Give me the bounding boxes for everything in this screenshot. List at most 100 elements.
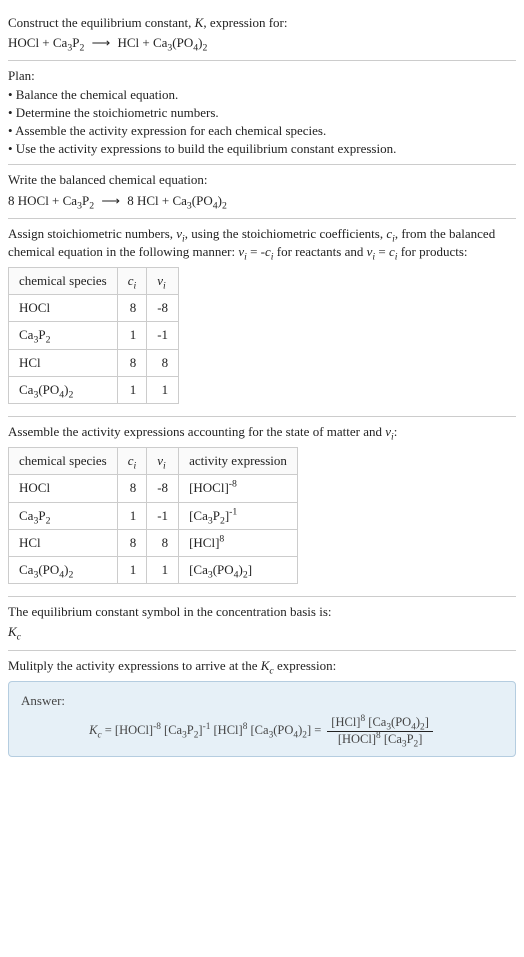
- title-suffix: , expression for:: [203, 15, 287, 30]
- stoich-t1: Assign stoichiometric numbers,: [8, 226, 176, 241]
- plan-heading: Plan:: [8, 67, 516, 85]
- stoich-products: for products:: [397, 244, 467, 259]
- activity-h2: :: [394, 424, 398, 439]
- answer-box: Answer: Kc = [HOCl]-8 [Ca3P2]-1 [HCl]8 […: [8, 681, 516, 758]
- ci-cell: 1: [117, 556, 147, 583]
- problem-statement: Construct the equilibrium constant, K, e…: [8, 8, 516, 60]
- species-text: Ca: [19, 382, 33, 397]
- kc-equation: Kc = [HOCl]-8 [Ca3P2]-1 [HCl]8 [Ca3(PO4)…: [21, 716, 503, 747]
- species-cell: Ca3(PO4)2: [9, 376, 118, 403]
- vi-cell: 1: [147, 556, 179, 583]
- stoich-text: Assign stoichiometric numbers, νi, using…: [8, 225, 516, 261]
- species-cell: HOCl: [9, 475, 118, 502]
- table-row: Ca3(PO4)2 1 1: [9, 376, 179, 403]
- ci-cell: 8: [117, 349, 147, 376]
- balanced-equation: 8 HOCl + Ca3P2 ⟶ 8 HCl + Ca3(PO4)2: [8, 192, 516, 210]
- kc-denominator: [HOCl]8 [Ca3P2]: [327, 732, 433, 747]
- activity-cell: [Ca3(PO4)2]: [179, 556, 298, 583]
- table-header-row: chemical species ci νi: [9, 268, 179, 295]
- kc-numerator: [HCl]8 [Ca3(PO4)2]: [327, 716, 433, 732]
- ci-cell: 1: [117, 376, 147, 403]
- table-row: Ca3P2 1 -1 [Ca3P2]-1: [9, 502, 298, 529]
- species-cell: HOCl: [9, 295, 118, 322]
- species-text: HCl: [19, 355, 41, 370]
- table-row: Ca3(PO4)2 1 1 [Ca3(PO4)2]: [9, 556, 298, 583]
- beq-4: (PO: [192, 193, 213, 208]
- plan-bullet-4: • Use the activity expressions to build …: [8, 140, 516, 158]
- kc-symbol-line: Kc: [8, 623, 516, 641]
- beq-1: 8 HOCl + Ca: [8, 193, 77, 208]
- sub-i: i: [163, 281, 166, 292]
- multiply-text: Mulitply the activity expressions to arr…: [8, 657, 516, 675]
- activity-h1: Assemble the activity expressions accoun…: [8, 424, 385, 439]
- eq-lhs-1: HOCl + Ca: [8, 35, 67, 50]
- unbalanced-equation: HOCl + Ca3P2 ⟶ HCl + Ca3(PO4)2: [8, 34, 516, 52]
- species-text: HOCl: [19, 300, 50, 315]
- beq-3: 8 HCl + Ca: [127, 193, 187, 208]
- k-symbol: K: [8, 624, 17, 639]
- table-row: HOCl 8 -8 [HOCl]-8: [9, 475, 298, 502]
- sub-2: 2: [202, 43, 207, 54]
- vi-cell: 8: [147, 529, 179, 556]
- sub-2: 2: [79, 43, 84, 54]
- sub-i: i: [134, 281, 137, 292]
- activity-cell: [HCl]8: [179, 529, 298, 556]
- table-header-row: chemical species ci νi activity expressi…: [9, 448, 298, 475]
- eq-rhs-1: HCl + Ca: [117, 35, 167, 50]
- stoich-t2: , using the stoichiometric coefficients,: [185, 226, 387, 241]
- balanced-heading: Write the balanced chemical equation:: [8, 171, 516, 189]
- table-row: HCl 8 8: [9, 349, 179, 376]
- activity-cell: [Ca3P2]-1: [179, 502, 298, 529]
- stoich-table: chemical species ci νi HOCl 8 -8 Ca3P2 1…: [8, 267, 179, 404]
- col-ci: ci: [117, 268, 147, 295]
- species-cell: HCl: [9, 349, 118, 376]
- stoich-reactants: for reactants and: [274, 244, 367, 259]
- kc-lhs: Kc = [HOCl]-8 [Ca3P2]-1 [HCl]8 [Ca3(PO4)…: [89, 722, 321, 740]
- problem-title: Construct the equilibrium constant, K, e…: [8, 14, 516, 32]
- arrow-icon: ⟶: [97, 193, 124, 208]
- vi-cell: -1: [147, 502, 179, 529]
- ci-cell: 1: [117, 322, 147, 349]
- ci-cell: 1: [117, 502, 147, 529]
- plan-bullet-3: • Assemble the activity expression for e…: [8, 122, 516, 140]
- arrow-icon: ⟶: [88, 35, 115, 50]
- kc-fraction: [HCl]8 [Ca3(PO4)2] [HOCl]8 [Ca3P2]: [325, 716, 435, 747]
- col-species: chemical species: [9, 268, 118, 295]
- col-activity: activity expression: [179, 448, 298, 475]
- multiply-section: Mulitply the activity expressions to arr…: [8, 651, 516, 766]
- table-row: Ca3P2 1 -1: [9, 322, 179, 349]
- balanced-section: Write the balanced chemical equation: 8 …: [8, 165, 516, 217]
- vi-cell: 1: [147, 376, 179, 403]
- stoich-rel1b: = -: [247, 244, 265, 259]
- stoich-section: Assign stoichiometric numbers, νi, using…: [8, 219, 516, 416]
- ci-cell: 8: [117, 295, 147, 322]
- species-text: Ca: [19, 327, 33, 342]
- col-species: chemical species: [9, 448, 118, 475]
- activity-section: Assemble the activity expressions accoun…: [8, 417, 516, 596]
- vi-cell: -8: [147, 475, 179, 502]
- sub: 2: [69, 389, 74, 400]
- vi-cell: -8: [147, 295, 179, 322]
- multiply-t1: Mulitply the activity expressions to arr…: [8, 658, 261, 673]
- multiply-t2: expression:: [274, 658, 336, 673]
- ci-cell: 8: [117, 529, 147, 556]
- eq-rhs-2: (PO: [172, 35, 193, 50]
- answer-label: Answer:: [21, 692, 503, 710]
- col-ci: ci: [117, 448, 147, 475]
- table-row: HCl 8 8 [HCl]8: [9, 529, 298, 556]
- species-cell: Ca3(PO4)2: [9, 556, 118, 583]
- sub-i: i: [163, 461, 166, 472]
- title-prefix: Construct the equilibrium constant,: [8, 15, 195, 30]
- kc-basis-section: The equilibrium constant symbol in the c…: [8, 597, 516, 649]
- stoich-rel2b: =: [375, 244, 389, 259]
- sub-2: 2: [222, 200, 227, 211]
- sub-2: 2: [89, 200, 94, 211]
- species-cell: Ca3P2: [9, 322, 118, 349]
- species-cell: HCl: [9, 529, 118, 556]
- species-text: (PO: [38, 382, 59, 397]
- plan-section: Plan: • Balance the chemical equation. •…: [8, 61, 516, 164]
- plan-bullet-2: • Determine the stoichiometric numbers.: [8, 104, 516, 122]
- kc-basis-text: The equilibrium constant symbol in the c…: [8, 603, 516, 621]
- species-text: P: [38, 327, 45, 342]
- sub-c: c: [17, 632, 21, 643]
